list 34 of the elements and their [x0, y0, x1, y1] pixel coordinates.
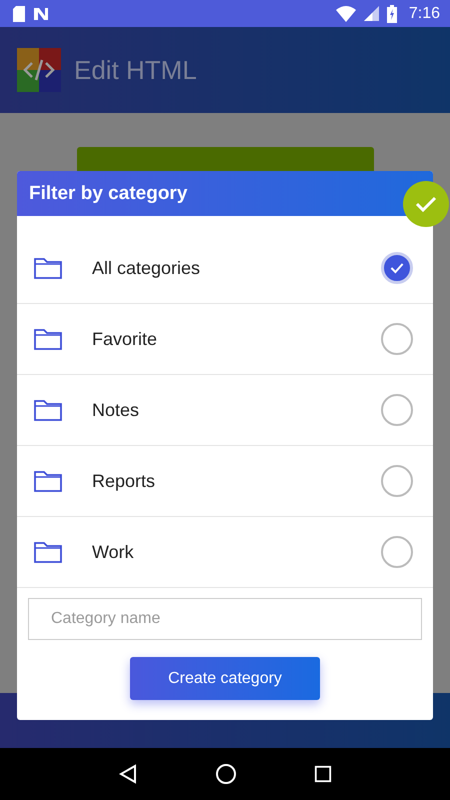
category-label: Favorite	[92, 328, 158, 350]
app-title: Edit HTML	[74, 54, 197, 86]
category-item[interactable]: Notes	[17, 375, 433, 446]
category-label: Work	[92, 542, 135, 562]
category-item[interactable]: All categories	[17, 233, 433, 304]
folder-icon	[34, 328, 62, 350]
radio-button[interactable]	[381, 536, 413, 568]
radio-button[interactable]	[381, 465, 413, 497]
category-label: All categories	[92, 258, 202, 278]
folder-icon	[34, 470, 62, 492]
wifi-icon	[336, 6, 356, 22]
category-item[interactable]: Reports	[17, 446, 433, 517]
create-category-button[interactable]: Create category	[130, 657, 320, 700]
category-item[interactable]: Work	[17, 517, 433, 588]
clock-time: 7:16	[408, 4, 440, 22]
recents-icon[interactable]	[314, 765, 332, 783]
folder-icon	[34, 541, 62, 563]
back-icon[interactable]	[118, 764, 138, 784]
battery-icon	[386, 4, 397, 22]
category-item[interactable]: Favorite	[17, 304, 433, 375]
folder-icon	[34, 399, 62, 421]
home-icon[interactable]	[214, 763, 237, 785]
signal-icon	[364, 6, 379, 21]
radio-button[interactable]	[381, 323, 413, 355]
sd-card-icon	[13, 6, 25, 22]
category-label: Notes	[92, 400, 140, 420]
code-logo-icon	[17, 48, 61, 92]
dialog-title: Filter by category	[29, 182, 188, 204]
notification-icon	[33, 6, 49, 22]
folder-icon	[34, 257, 62, 279]
radio-button[interactable]	[381, 394, 413, 426]
category-name-field[interactable]: Category name	[28, 598, 422, 640]
category-label: Reports	[92, 470, 156, 492]
radio-button[interactable]	[381, 252, 413, 284]
